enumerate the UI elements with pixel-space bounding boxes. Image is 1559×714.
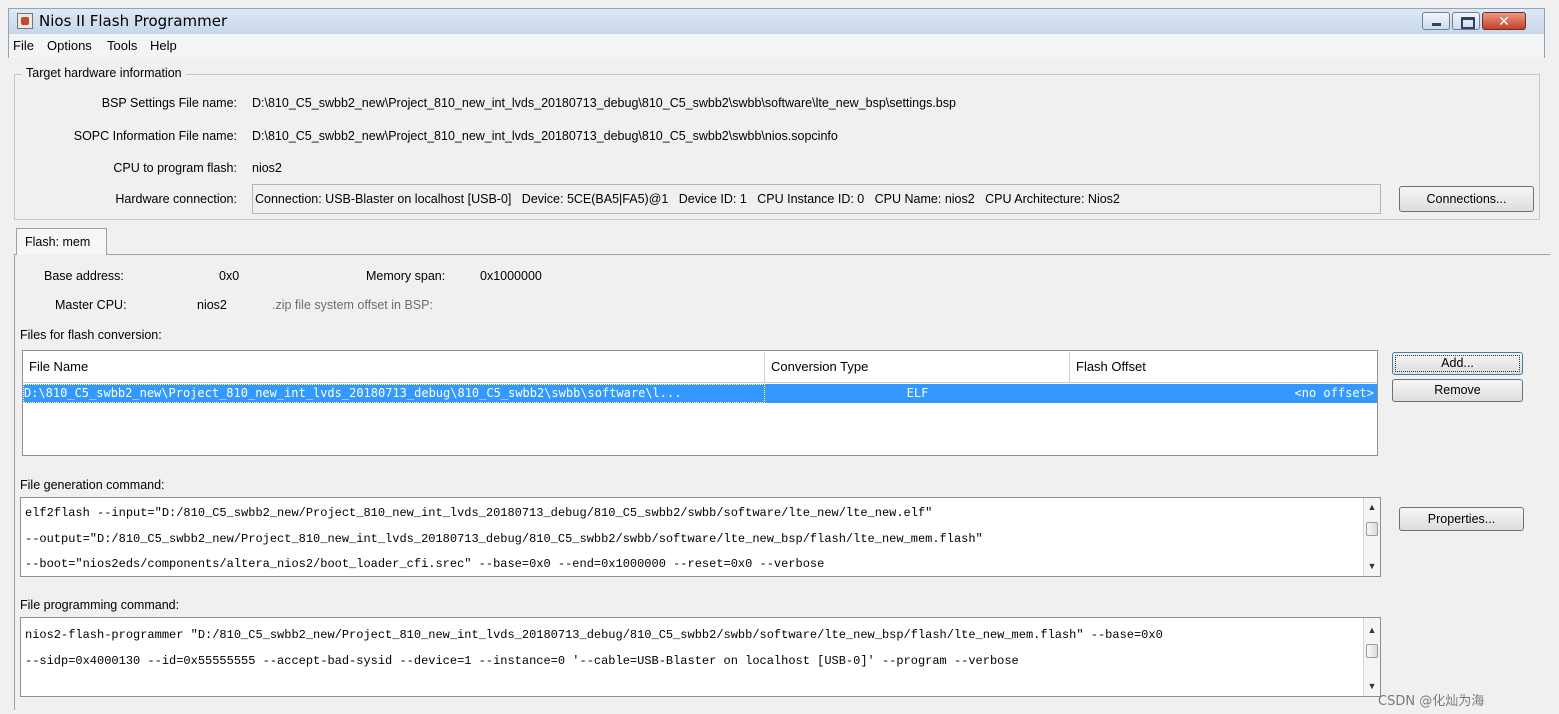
close-button[interactable]: ✕ <box>1482 12 1526 30</box>
properties-button[interactable]: Properties... <box>1399 507 1524 531</box>
java-app-icon <box>17 13 33 29</box>
scroll-thumb[interactable] <box>1366 522 1378 536</box>
hardware-connection-value: Connection: USB-Blaster on localhost [US… <box>255 192 1120 206</box>
programming-line-1: nios2-flash-programmer "D:/810_C5_swbb2_… <box>25 628 1163 642</box>
menu-help[interactable]: Help <box>150 38 177 53</box>
master-cpu-value: nios2 <box>197 298 227 312</box>
bsp-file-label: BSP Settings File name: <box>101 96 237 110</box>
programming-line-2: --sidp=0x4000130 --id=0x55555555 --accep… <box>25 654 1019 668</box>
hardware-connection-field: Connection: USB-Blaster on localhost [US… <box>252 184 1381 214</box>
close-icon: ✕ <box>1498 13 1510 29</box>
remove-button[interactable]: Remove <box>1392 379 1523 402</box>
column-header-flash-offset[interactable]: Flash Offset <box>1070 352 1377 382</box>
column-header-file-name[interactable]: File Name <box>23 352 765 382</box>
files-section-label: Files for flash conversion: <box>20 328 162 342</box>
flash-offset-cell: <no offset> <box>1294 386 1374 400</box>
add-button[interactable]: Add... <box>1392 352 1523 375</box>
zip-offset-label: .zip file system offset in BSP: <box>272 298 433 312</box>
sopc-file-value: D:\810_C5_swbb2_new\Project_810_new_int_… <box>252 129 838 143</box>
menu-file[interactable]: File <box>13 38 34 53</box>
programming-command-textarea[interactable]: nios2-flash-programmer "D:/810_C5_swbb2_… <box>20 617 1381 697</box>
memory-span-value: 0x1000000 <box>480 269 542 283</box>
tab-flash-mem-label: Flash: mem <box>25 235 91 249</box>
base-address-label: Base address: <box>44 269 124 283</box>
minimize-button[interactable] <box>1422 12 1450 30</box>
cpu-flash-label: CPU to program flash: <box>113 161 237 175</box>
programming-scrollbar[interactable]: ▲ ▼ <box>1363 618 1380 696</box>
title-bar[interactable]: Nios II Flash Programmer ✕ <box>8 8 1545 34</box>
csdn-watermark: CSDN @化灿为海 <box>1378 694 1485 709</box>
scroll-up-icon[interactable]: ▲ <box>1364 499 1380 515</box>
hardware-connection-label: Hardware connection: <box>115 192 237 206</box>
generation-line-3: --boot="nios2eds/components/altera_nios2… <box>25 557 825 571</box>
connections-button[interactable]: Connections... <box>1399 186 1534 212</box>
target-hardware-legend: Target hardware information <box>22 66 186 80</box>
generation-line-1: elf2flash --input="D:/810_C5_swbb2_new/P… <box>25 506 933 520</box>
generation-command-label: File generation command: <box>20 478 165 492</box>
scroll-thumb[interactable] <box>1366 644 1378 658</box>
conversion-type-cell: ELF <box>906 386 929 400</box>
generation-command-textarea[interactable]: elf2flash --input="D:/810_C5_swbb2_new/P… <box>20 497 1381 577</box>
maximize-button[interactable] <box>1452 12 1480 30</box>
bsp-file-value: D:\810_C5_swbb2_new\Project_810_new_int_… <box>252 96 956 110</box>
menu-options[interactable]: Options <box>47 38 92 53</box>
generation-line-2: --output="D:/810_C5_swbb2_new/Project_81… <box>25 532 983 546</box>
base-address-value: 0x0 <box>219 269 240 283</box>
cpu-flash-value: nios2 <box>252 161 282 175</box>
generation-scrollbar[interactable]: ▲ ▼ <box>1363 498 1380 576</box>
scroll-down-icon[interactable]: ▼ <box>1364 558 1380 574</box>
menu-bar: File Options Tools Help <box>8 34 1545 58</box>
tab-flash-mem[interactable]: Flash: mem <box>16 228 107 255</box>
table-row[interactable]: D:\810_C5_swbb2_new\Project_810_new_int_… <box>23 384 1377 403</box>
window-title: Nios II Flash Programmer <box>39 12 228 30</box>
memory-span-label: Memory span: <box>366 269 446 283</box>
header-divider <box>23 382 1377 383</box>
column-header-conversion-type[interactable]: Conversion Type <box>765 352 1070 382</box>
master-cpu-label: Master CPU: <box>55 298 127 312</box>
file-name-cell: D:\810_C5_swbb2_new\Project_810_new_int_… <box>23 384 765 403</box>
menu-tools[interactable]: Tools <box>107 38 137 53</box>
sopc-file-label: SOPC Information File name: <box>73 129 237 143</box>
programming-command-label: File programming command: <box>20 598 180 612</box>
scroll-up-icon[interactable]: ▲ <box>1364 622 1380 638</box>
